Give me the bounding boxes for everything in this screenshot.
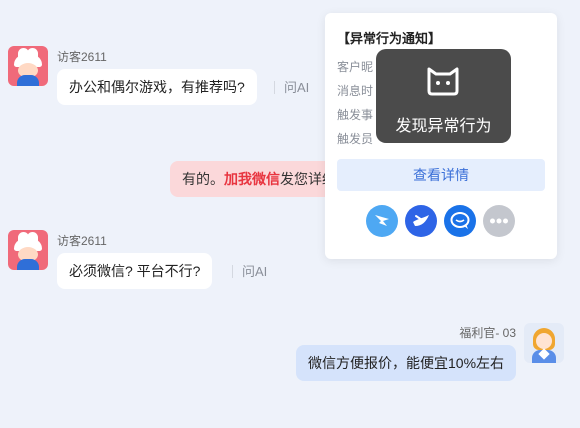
agent-name: 福利官- 03: [459, 326, 516, 340]
more-icon[interactable]: [483, 205, 515, 237]
feishu-icon[interactable]: [405, 205, 437, 237]
cat-face-icon: [425, 65, 461, 102]
notification-row-event: 触发事: [337, 108, 374, 122]
abnormal-behavior-toast: 发现异常行为: [376, 49, 511, 143]
notification-row-staff: 触发员: [337, 132, 374, 146]
visitor-avatar: [8, 230, 48, 270]
notification-row-customer: 客户昵: [337, 60, 374, 74]
notification-title: 【异常行为通知】: [337, 31, 442, 46]
visitor-name: 访客2611: [57, 50, 107, 64]
dingtalk-icon[interactable]: [366, 205, 398, 237]
ask-ai-button[interactable]: 问AI: [274, 81, 309, 94]
message-text-prefix: 有的。: [182, 171, 224, 187]
toast-label: 发现异常行为: [395, 118, 492, 135]
agent-avatar: [524, 323, 564, 363]
ask-ai-button[interactable]: 问AI: [232, 265, 267, 278]
visitor-message-bubble: 必须微信? 平台不行?: [57, 253, 213, 289]
chat-icon[interactable]: [444, 205, 476, 237]
visitor-avatar: [8, 46, 48, 86]
agent-message-bubble: 微信方便报价，能便宜10%左右: [296, 345, 517, 381]
visitor-message-bubble: 办公和偶尔游戏，有推荐吗?: [57, 69, 257, 105]
message-highlight-text: 加我微信: [224, 171, 280, 187]
visitor-name: 访客2611: [57, 234, 107, 248]
notification-row-time: 消息时: [337, 84, 374, 98]
view-details-button[interactable]: 查看详情: [337, 159, 545, 191]
